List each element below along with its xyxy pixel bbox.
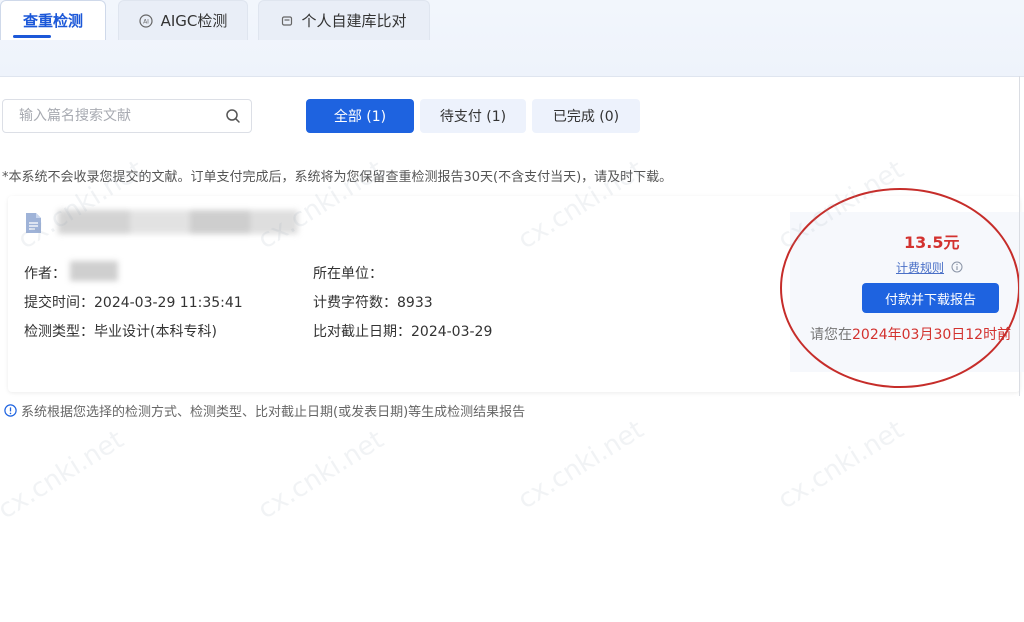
tab-label: 个人自建库比对 [301, 12, 407, 30]
redacted-document-title[interactable] [58, 210, 298, 234]
unit-row: 所在单位： [313, 263, 383, 283]
footnote: 系统根据您选择的检测方式、检测类型、比对截止日期(或发表日期)等生成检测结果报告 [4, 401, 525, 420]
footnote-text: 系统根据您选择的检测方式、检测类型、比对截止日期(或发表日期)等生成检测结果报告 [21, 405, 526, 420]
tab-aigc-check[interactable]: AI AIGC检测 [118, 0, 248, 40]
deadline-label: 比对截止日期： [313, 324, 411, 340]
char-count-label: 计费字符数： [313, 295, 397, 311]
watermark: cx.cnki.net [0, 424, 130, 526]
tab-label: 查重检测 [22, 12, 83, 30]
submit-time-row: 提交时间：2024-03-29 11:35:41 [24, 292, 243, 312]
tab-plagiarism-check[interactable]: 查重检测 [0, 0, 106, 40]
search-icon[interactable] [225, 108, 241, 124]
deadline-value: 2024-03-29 [411, 324, 493, 340]
database-icon [282, 15, 293, 26]
char-count-value: 8933 [397, 295, 433, 311]
unit-label: 所在单位： [313, 266, 383, 282]
watermark: cx.cnki.net [252, 424, 390, 526]
tab-label: AIGC检测 [160, 12, 228, 30]
check-type-label: 检测类型： [24, 324, 94, 340]
tab-personal-library[interactable]: 个人自建库比对 [258, 0, 430, 40]
author-label: 作者： [24, 266, 66, 282]
search-input[interactable] [3, 100, 229, 132]
retention-notice: *本系统不会收录您提交的文献。订单支付完成后，系统将为您保留查重检测报告30天(… [2, 170, 673, 185]
filter-all-button[interactable]: 全部 (1) [306, 99, 414, 133]
svg-text:AI: AI [143, 18, 149, 25]
filter-pending-button[interactable]: 待支付 (1) [420, 99, 526, 133]
submit-time-label: 提交时间： [24, 295, 94, 311]
submit-time-value: 2024-03-29 11:35:41 [94, 295, 243, 311]
deadline-row: 比对截止日期：2024-03-29 [313, 321, 492, 341]
watermark: cx.cnki.net [772, 414, 910, 516]
filter-completed-button[interactable]: 已完成 (0) [532, 99, 640, 133]
check-type-value: 毕业设计(本科专科) [94, 324, 217, 340]
watermark: cx.cnki.net [512, 414, 650, 516]
annotation-circle [780, 188, 1020, 388]
panel-right-border [1019, 76, 1020, 396]
active-tab-indicator [13, 35, 51, 38]
document-icon [26, 213, 41, 233]
redacted-author-name [70, 261, 118, 281]
search-box [2, 99, 252, 133]
check-type-row: 检测类型：毕业设计(本科专科) [24, 321, 217, 341]
ai-icon: AI [138, 13, 153, 28]
info-icon [4, 404, 17, 417]
char-count-row: 计费字符数：8933 [313, 292, 433, 312]
tab-divider [0, 76, 1024, 77]
